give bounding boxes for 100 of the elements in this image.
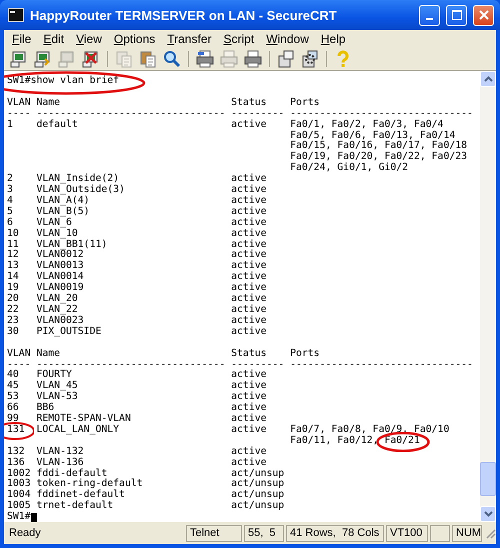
status-protocol: Telnet <box>186 524 242 542</box>
vlan-status: act/unsup <box>231 468 284 479</box>
menu-item[interactable]: View <box>70 32 108 46</box>
menu-item[interactable]: File <box>6 32 38 46</box>
vlan-name: VLAN0019 <box>36 283 84 294</box>
vlan-status: active <box>231 206 267 218</box>
vlan-name: PIX_OUTSIDE <box>36 326 102 338</box>
cursor-icon <box>30 512 37 522</box>
vlan-id: 3 <box>7 185 13 196</box>
vlan-id: 10 <box>7 228 19 240</box>
port-list: Fa0/15, Fa0/16, Fa0/17, Fa0/18 <box>290 141 468 152</box>
vlan-status: act/unsup <box>231 479 284 490</box>
vlan-status: active <box>231 261 267 272</box>
vlan-id: 30 <box>7 326 19 338</box>
vlan-status: active <box>231 283 267 294</box>
vlan-id: 136 <box>7 458 25 468</box>
vlan-status: active <box>231 218 267 228</box>
vlan-name: VLAN_22 <box>36 305 78 316</box>
vlan-name: VLAN_Outside(3) <box>36 185 125 196</box>
vlan-id: 4 <box>7 196 13 206</box>
vlan-id: 1003 <box>7 479 31 490</box>
status-size: 41 Rows, 78 Cols <box>286 524 384 542</box>
vlan-id: 23 <box>7 316 19 326</box>
maximize-button[interactable] <box>446 4 467 26</box>
vlan-id: 132 <box>7 446 25 458</box>
vlan-name: VLAN0014 <box>36 272 84 282</box>
caret-up-icon <box>484 76 492 82</box>
vlan-name: VLAN0012 <box>36 250 84 260</box>
vlan-id: 20 <box>7 294 19 304</box>
column-header: Ports <box>290 348 320 360</box>
vlan-id: 1005 <box>7 501 31 512</box>
menu-item[interactable]: Edit <box>37 32 70 46</box>
minimize-button[interactable] <box>419 4 440 26</box>
resize-grip-icon[interactable] <box>484 527 496 539</box>
vlan-id: 13 <box>7 261 19 272</box>
maximize-icon <box>452 10 462 20</box>
vlan-status: active <box>231 196 267 206</box>
vlan-status: active <box>231 326 267 338</box>
vlan-id: 6 <box>7 218 13 228</box>
port-list: Fa0/19, Fa0/20, Fa0/22, Fa0/23 <box>290 152 468 164</box>
vlan-status: active <box>231 424 267 436</box>
vlan-name: VLAN_Inside(2) <box>36 174 120 184</box>
menu-item[interactable]: Script <box>218 32 260 46</box>
toolbar-button[interactable] <box>242 49 264 69</box>
column-header: Name <box>36 348 60 360</box>
vlan-status: active <box>231 250 267 260</box>
vlan-id: 45 <box>7 381 19 392</box>
vlan-id: 19 <box>7 283 19 294</box>
vlan-name: fddi-default <box>36 468 108 479</box>
vlan-id: 22 <box>7 305 19 316</box>
scroll-thumb[interactable] <box>480 462 496 496</box>
vlan-status: active <box>231 392 267 402</box>
menu-item[interactable]: Help <box>314 32 352 46</box>
toolbar-button[interactable] <box>161 49 183 69</box>
vlan-name: VLAN_10 <box>36 228 78 240</box>
vlan-status: act/unsup <box>231 490 284 501</box>
scroll-down-button[interactable] <box>480 506 496 522</box>
menu-item[interactable]: Transfer <box>161 32 218 46</box>
menu-item[interactable]: Options <box>108 32 162 46</box>
vlan-name: REMOTE-SPAN-VLAN <box>36 414 131 424</box>
vlan-name: VLAN_A(4) <box>36 196 90 206</box>
vlan-status: active <box>231 305 267 316</box>
column-header: Status <box>231 348 267 360</box>
toolbar-button[interactable] <box>194 49 216 69</box>
close-button[interactable] <box>473 4 494 26</box>
vlan-status: active <box>231 414 267 424</box>
vlan-name: VLAN-53 <box>36 392 78 402</box>
command-line: SW1#show vlan brief <box>7 76 120 87</box>
vlan-status: active <box>231 174 267 184</box>
column-header: Ports <box>290 98 320 109</box>
vlan-name: VLAN-132 <box>36 446 84 458</box>
prompt: SW1# <box>7 512 31 522</box>
vlan-id: 131 <box>7 424 25 436</box>
vlan-id: 53 <box>7 392 19 402</box>
column-header: VLAN <box>7 348 31 360</box>
vlan-name: VLAN0013 <box>36 261 84 272</box>
vlan-status: active <box>231 294 267 304</box>
vlan-status: act/unsup <box>231 501 284 512</box>
vlan-id: 14 <box>7 272 19 282</box>
status-text: Ready <box>8 526 42 540</box>
dash-rule: --------- <box>231 108 284 120</box>
vlan-id: 11 <box>7 240 19 250</box>
vlan-status: active <box>231 370 267 380</box>
vlan-name: FOURTY <box>36 370 72 380</box>
vlan-name: fddinet-default <box>36 490 125 500</box>
vlan-status: active <box>231 446 267 458</box>
vlan-name: trnet-default <box>36 501 114 512</box>
vlan-name: VLAN-136 <box>36 458 84 468</box>
vlan-status: active <box>231 403 267 414</box>
column-header: Status <box>231 98 267 109</box>
scrollbar[interactable] <box>480 71 496 522</box>
vlan-status: active <box>231 120 267 130</box>
scroll-up-button[interactable] <box>480 71 496 87</box>
vlan-status: active <box>231 272 267 282</box>
dash-rule: ------------------------------- <box>290 108 473 120</box>
port-list: Fa0/11, Fa0/12, Fa0/21 <box>290 436 420 447</box>
menu-item[interactable]: Window <box>260 32 315 46</box>
dash-rule: ------------------------------- <box>290 360 473 370</box>
minimize-icon <box>426 18 433 20</box>
vlan-name: VLAN_B(5) <box>36 206 90 218</box>
